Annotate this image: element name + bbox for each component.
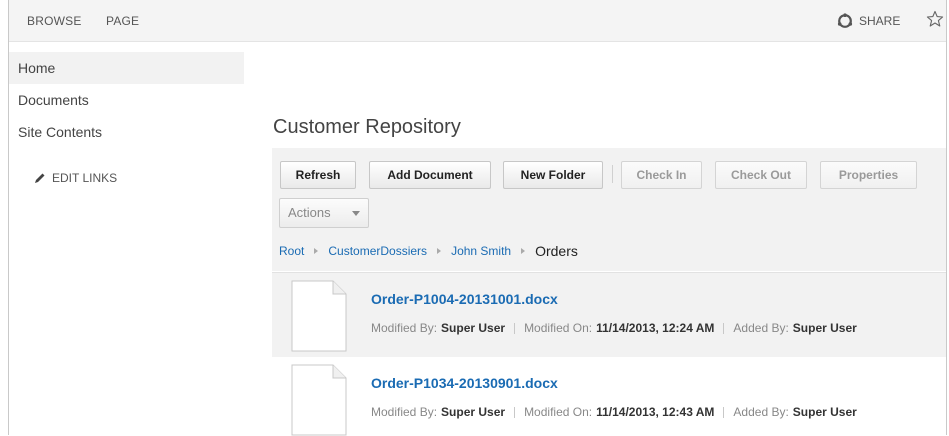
toolbar-separator: [612, 165, 613, 183]
actions-label: Actions: [288, 205, 331, 220]
document-icon: [291, 364, 347, 436]
actions-dropdown[interactable]: Actions: [279, 198, 369, 228]
meta-separator: [723, 406, 725, 418]
pencil-icon: [35, 173, 45, 183]
document-icon: [291, 280, 347, 352]
meta-separator: [723, 322, 725, 334]
share-label: SHARE: [859, 14, 901, 28]
breadcrumb-separator-icon: [521, 248, 526, 254]
check-in-button[interactable]: Check In: [621, 161, 702, 189]
breadcrumb-current-orders: Orders: [535, 243, 578, 259]
edit-links-label: EDIT LINKS: [52, 171, 118, 185]
breadcrumb-root[interactable]: Root: [279, 244, 304, 258]
modified-by-value: Super User: [441, 321, 506, 335]
page-title: Customer Repository: [273, 116, 461, 138]
modified-on-value: 11/14/2013, 12:24 AM: [596, 321, 715, 335]
nav-item-documents[interactable]: Documents: [9, 84, 244, 116]
modified-by-label: Modified By:: [371, 405, 438, 419]
document-row[interactable]: Order-P1034-20130901.docx Modified By: S…: [272, 357, 946, 436]
properties-button[interactable]: Properties: [820, 161, 917, 189]
page-frame-right: [946, 0, 947, 435]
check-out-button[interactable]: Check Out: [715, 161, 807, 189]
breadcrumb: Root CustomerDossiers John Smith Orders: [279, 243, 578, 259]
breadcrumb-customer-dossiers[interactable]: CustomerDossiers: [328, 244, 427, 258]
add-document-button[interactable]: Add Document: [369, 161, 491, 189]
chevron-down-icon: [352, 211, 360, 216]
document-row[interactable]: Order-P1004-20131001.docx Modified By: S…: [272, 272, 946, 357]
breadcrumb-separator-icon: [437, 248, 442, 254]
tab-page[interactable]: PAGE: [106, 14, 139, 28]
modified-on-label: Modified On:: [524, 405, 593, 419]
edit-links-button[interactable]: EDIT LINKS: [33, 171, 117, 185]
modified-by-label: Modified By:: [371, 321, 438, 335]
document-meta: Modified By: Super User Modified On: 11/…: [371, 321, 857, 335]
added-by-value: Super User: [792, 321, 857, 335]
refresh-button[interactable]: Refresh: [280, 161, 356, 189]
added-by-label: Added By:: [733, 321, 789, 335]
tab-browse[interactable]: BROWSE: [27, 14, 82, 28]
share-icon: [837, 13, 853, 28]
document-meta: Modified By: Super User Modified On: 11/…: [371, 405, 857, 419]
follow-button[interactable]: [926, 10, 944, 33]
share-button[interactable]: SHARE: [837, 11, 900, 31]
star-icon: [926, 10, 944, 27]
added-by-value: Super User: [792, 405, 857, 419]
breadcrumb-separator-icon: [314, 248, 319, 254]
top-ribbon: BROWSE PAGE SHARE: [9, 0, 946, 42]
added-by-label: Added By:: [733, 405, 789, 419]
nav-item-site-contents[interactable]: Site Contents: [9, 116, 244, 148]
new-folder-button[interactable]: New Folder: [503, 161, 603, 189]
document-name-link[interactable]: Order-P1034-20130901.docx: [371, 375, 558, 391]
meta-separator: [514, 322, 516, 334]
document-name-link[interactable]: Order-P1004-20131001.docx: [371, 291, 558, 307]
modified-on-value: 11/14/2013, 12:43 AM: [596, 405, 715, 419]
modified-on-label: Modified On:: [524, 321, 593, 335]
breadcrumb-john-smith[interactable]: John Smith: [451, 244, 511, 258]
meta-separator: [514, 406, 516, 418]
nav-item-home[interactable]: Home: [9, 52, 244, 84]
modified-by-value: Super User: [441, 405, 506, 419]
